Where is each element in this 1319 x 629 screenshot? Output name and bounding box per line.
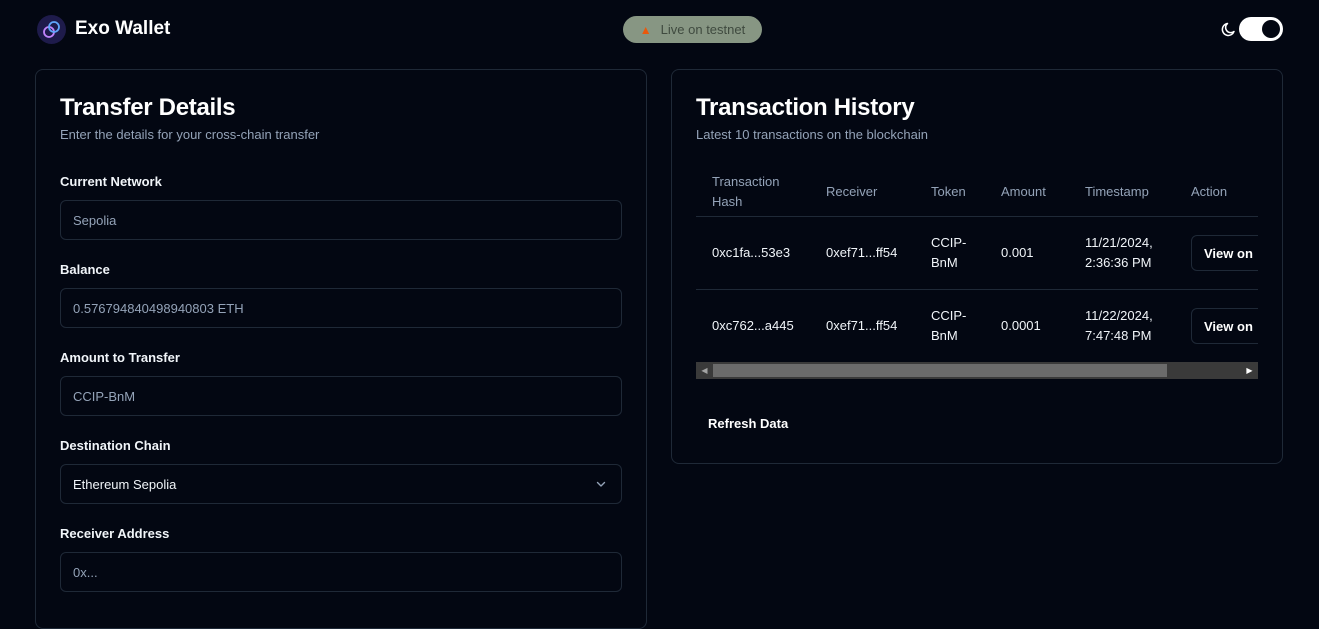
- balance-label: Balance: [60, 262, 110, 277]
- transfer-subtitle: Enter the details for your cross-chain t…: [60, 127, 320, 142]
- row-token: CCIP- BnM: [931, 306, 966, 346]
- balance-field: 0.576794840498940803 ETH: [60, 288, 622, 328]
- receiver-address-placeholder: 0x...: [73, 564, 98, 580]
- current-network-field: Sepolia: [60, 200, 622, 240]
- column-header-amount: Amount: [1001, 184, 1046, 199]
- chevron-down-icon: [596, 481, 606, 487]
- app-title: Exo Wallet: [75, 18, 171, 39]
- transfer-details-card: Transfer Details Enter the details for y…: [35, 69, 647, 629]
- moon-icon: [1221, 22, 1235, 37]
- amount-placeholder: CCIP-BnM: [73, 388, 136, 404]
- row-token: CCIP- BnM: [931, 233, 966, 273]
- view-on-explorer-button[interactable]: View on: [1191, 235, 1258, 271]
- row-timestamp: 11/21/2024, 2:36:36 PM: [1085, 233, 1153, 273]
- row-timestamp-line2: 7:47:48 PM: [1085, 328, 1152, 343]
- column-header-hash-line1: Transaction: [712, 174, 780, 189]
- current-network-label: Current Network: [60, 174, 162, 189]
- flame-icon: ▲: [639, 22, 652, 37]
- column-header-timestamp: Timestamp: [1085, 184, 1149, 199]
- row-timestamp-line1: 11/21/2024,: [1085, 235, 1153, 250]
- row-amount: 0.0001: [1001, 318, 1041, 333]
- balance-value: 0.576794840498940803 ETH: [73, 300, 244, 316]
- view-on-explorer-button[interactable]: View on: [1191, 308, 1258, 344]
- row-token-line1: CCIP-: [931, 308, 967, 323]
- transactions-table: Transaction Hash Receiver Token Amount T…: [696, 169, 1258, 381]
- exo-orbit-logo-icon: [37, 15, 66, 44]
- row-token-line2: BnM: [931, 328, 958, 343]
- row-timestamp-line1: 11/22/2024,: [1085, 308, 1153, 323]
- transaction-history-card: Transaction History Latest 10 transactio…: [671, 69, 1283, 464]
- row-hash: 0xc1fa...53e3: [712, 245, 791, 260]
- amount-label: Amount to Transfer: [60, 350, 180, 365]
- row-receiver: 0xef71...ff54: [826, 245, 898, 260]
- history-title: Transaction History: [696, 94, 915, 121]
- top-header: Exo Wallet ▲ Live on testnet: [0, 0, 1319, 60]
- table-row: 0xc1fa...53e3 0xef71...ff54 CCIP- BnM 0.…: [696, 217, 1258, 290]
- live-status-badge: ▲ Live on testnet: [623, 16, 762, 43]
- scrollbar-thumb[interactable]: [713, 364, 1167, 377]
- theme-toggle[interactable]: [1239, 17, 1283, 41]
- column-header-token: Token: [931, 184, 966, 199]
- receiver-address-label: Receiver Address: [60, 526, 170, 541]
- toggle-knob: [1262, 20, 1280, 38]
- destination-chain-value: Ethereum Sepolia: [73, 476, 177, 492]
- column-header-action: Action: [1191, 184, 1228, 199]
- row-timestamp-line2: 2:36:36 PM: [1085, 255, 1152, 270]
- amount-input[interactable]: CCIP-BnM: [60, 376, 622, 416]
- column-header-hash-line2: Hash: [712, 194, 743, 209]
- row-receiver: 0xef71...ff54: [826, 318, 898, 333]
- destination-chain-label: Destination Chain: [60, 438, 171, 453]
- column-header-receiver: Receiver: [826, 184, 878, 199]
- destination-chain-select[interactable]: Ethereum Sepolia: [60, 464, 622, 504]
- current-network-value: Sepolia: [73, 212, 117, 228]
- column-header-hash: Transaction Hash: [712, 172, 779, 212]
- transfer-title: Transfer Details: [60, 94, 236, 121]
- row-timestamp: 11/22/2024, 7:47:48 PM: [1085, 306, 1153, 346]
- scroll-left-arrow-icon[interactable]: ◀: [696, 362, 713, 379]
- live-status-text: Live on testnet: [660, 22, 746, 37]
- row-hash: 0xc762...a445: [712, 318, 794, 333]
- horizontal-scrollbar[interactable]: ◀ ▶: [696, 362, 1258, 379]
- history-subtitle: Latest 10 transactions on the blockchain: [696, 127, 928, 142]
- table-row: 0xc762...a445 0xef71...ff54 CCIP- BnM 0.…: [696, 290, 1258, 363]
- refresh-data-button[interactable]: Refresh Data: [696, 408, 800, 438]
- row-token-line2: BnM: [931, 255, 958, 270]
- row-amount: 0.001: [1001, 245, 1034, 260]
- scroll-right-arrow-icon[interactable]: ▶: [1241, 362, 1258, 379]
- table-header-row: Transaction Hash Receiver Token Amount T…: [696, 169, 1258, 217]
- row-token-line1: CCIP-: [931, 235, 967, 250]
- receiver-address-input[interactable]: 0x...: [60, 552, 622, 592]
